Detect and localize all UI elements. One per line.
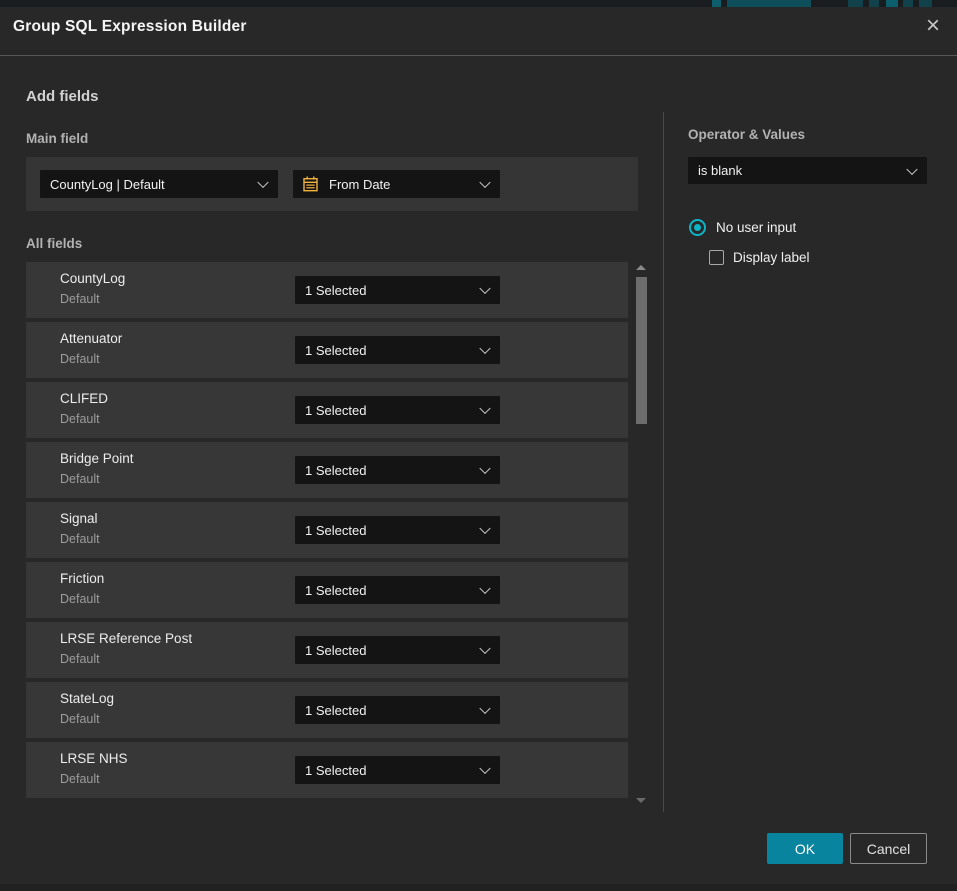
cancel-button[interactable]: Cancel xyxy=(850,833,927,864)
field-selection-dropdown[interactable]: 1 Selected xyxy=(295,696,500,724)
main-field-panel: CountyLog | Default From Date xyxy=(26,157,638,211)
chevron-down-icon xyxy=(479,523,490,534)
group-sql-expression-builder-dialog: Group SQL Expression Builder × Add field… xyxy=(0,7,957,891)
field-list-item[interactable]: LRSE Reference Post Default 1 Selected xyxy=(26,622,628,678)
field-list-item[interactable]: StateLog Default 1 Selected xyxy=(26,682,628,738)
field-name: Friction xyxy=(60,571,104,586)
main-field-layer-dropdown[interactable]: CountyLog | Default xyxy=(40,170,278,198)
title-divider xyxy=(0,55,957,56)
field-subtitle: Default xyxy=(60,352,100,366)
field-selection-dropdown[interactable]: 1 Selected xyxy=(295,456,500,484)
background-toolbar-fragment xyxy=(869,0,879,7)
chevron-down-icon xyxy=(479,177,490,188)
field-list-item[interactable]: Signal Default 1 Selected xyxy=(26,502,628,558)
ok-button[interactable]: OK xyxy=(767,833,843,864)
all-fields-list: CountyLog Default 1 Selected Attenuator … xyxy=(26,262,628,805)
all-fields-label: All fields xyxy=(26,236,82,251)
field-selection-value: 1 Selected xyxy=(305,523,366,538)
field-selection-value: 1 Selected xyxy=(305,343,366,358)
chevron-down-icon xyxy=(479,763,490,774)
operator-dropdown-value: is blank xyxy=(698,163,742,178)
background-toolbar-fragment xyxy=(712,0,721,7)
chevron-down-icon xyxy=(479,403,490,414)
chevron-down-icon xyxy=(479,583,490,594)
chevron-down-icon xyxy=(479,343,490,354)
field-selection-dropdown[interactable]: 1 Selected xyxy=(295,516,500,544)
field-subtitle: Default xyxy=(60,652,100,666)
field-name: Bridge Point xyxy=(60,451,134,466)
background-app-strip xyxy=(0,0,957,7)
field-selection-value: 1 Selected xyxy=(305,583,366,598)
chevron-down-icon xyxy=(906,163,917,174)
no-user-input-radio[interactable] xyxy=(689,219,706,236)
field-name: CLIFED xyxy=(60,391,108,406)
field-name: LRSE Reference Post xyxy=(60,631,192,646)
field-selection-value: 1 Selected xyxy=(305,703,366,718)
field-subtitle: Default xyxy=(60,292,100,306)
field-name: Attenuator xyxy=(60,331,122,346)
chevron-down-icon xyxy=(479,463,490,474)
field-list-item[interactable]: LRSE NHS Default 1 Selected xyxy=(26,742,628,798)
background-toolbar-fragment xyxy=(903,0,913,7)
field-list-item[interactable]: Friction Default 1 Selected xyxy=(26,562,628,618)
dialog-bottom-edge xyxy=(0,884,957,891)
main-field-field-dropdown[interactable]: From Date xyxy=(293,170,500,198)
scrollbar-up-arrow-icon[interactable] xyxy=(636,265,646,270)
field-name: CountyLog xyxy=(60,271,125,286)
field-selection-value: 1 Selected xyxy=(305,643,366,658)
operator-values-label: Operator & Values xyxy=(688,127,805,142)
field-list-item[interactable]: CLIFED Default 1 Selected xyxy=(26,382,628,438)
calendar-date-icon xyxy=(302,176,319,193)
operator-dropdown[interactable]: is blank xyxy=(688,157,927,184)
field-name: Signal xyxy=(60,511,98,526)
scrollbar-thumb[interactable] xyxy=(636,277,647,424)
field-list-item[interactable]: Bridge Point Default 1 Selected xyxy=(26,442,628,498)
field-subtitle: Default xyxy=(60,772,100,786)
background-toolbar-fragment xyxy=(886,0,898,7)
main-field-layer-value: CountyLog | Default xyxy=(50,177,165,192)
chevron-down-icon xyxy=(479,643,490,654)
field-subtitle: Default xyxy=(60,472,100,486)
main-field-label: Main field xyxy=(26,131,88,146)
field-selection-value: 1 Selected xyxy=(305,463,366,478)
vertical-separator xyxy=(663,112,664,812)
display-label-checkbox[interactable] xyxy=(709,250,724,265)
field-list-item[interactable]: CountyLog Default 1 Selected xyxy=(26,262,628,318)
field-selection-dropdown[interactable]: 1 Selected xyxy=(295,396,500,424)
field-selection-dropdown[interactable]: 1 Selected xyxy=(295,276,500,304)
field-subtitle: Default xyxy=(60,712,100,726)
background-toolbar-fragment xyxy=(919,0,932,7)
chevron-down-icon xyxy=(479,283,490,294)
field-subtitle: Default xyxy=(60,592,100,606)
field-selection-value: 1 Selected xyxy=(305,763,366,778)
field-selection-dropdown[interactable]: 1 Selected xyxy=(295,576,500,604)
chevron-down-icon xyxy=(257,177,268,188)
field-list-item[interactable]: Attenuator Default 1 Selected xyxy=(26,322,628,378)
field-subtitle: Default xyxy=(60,412,100,426)
close-icon[interactable]: × xyxy=(918,11,948,41)
field-selection-value: 1 Selected xyxy=(305,403,366,418)
field-selection-dropdown[interactable]: 1 Selected xyxy=(295,336,500,364)
radio-dot xyxy=(694,224,701,231)
dialog-title: Group SQL Expression Builder xyxy=(13,18,247,36)
field-subtitle: Default xyxy=(60,532,100,546)
main-field-field-value: From Date xyxy=(329,177,390,192)
add-fields-heading: Add fields xyxy=(26,88,99,105)
no-user-input-label[interactable]: No user input xyxy=(716,220,796,235)
field-selection-dropdown[interactable]: 1 Selected xyxy=(295,756,500,784)
field-selection-dropdown[interactable]: 1 Selected xyxy=(295,636,500,664)
field-name: LRSE NHS xyxy=(60,751,128,766)
background-toolbar-fragment xyxy=(727,0,811,7)
scrollbar-down-arrow-icon[interactable] xyxy=(636,798,646,803)
field-selection-value: 1 Selected xyxy=(305,283,366,298)
display-label-text[interactable]: Display label xyxy=(733,250,810,265)
background-toolbar-fragment xyxy=(848,0,863,7)
chevron-down-icon xyxy=(479,703,490,714)
field-name: StateLog xyxy=(60,691,114,706)
